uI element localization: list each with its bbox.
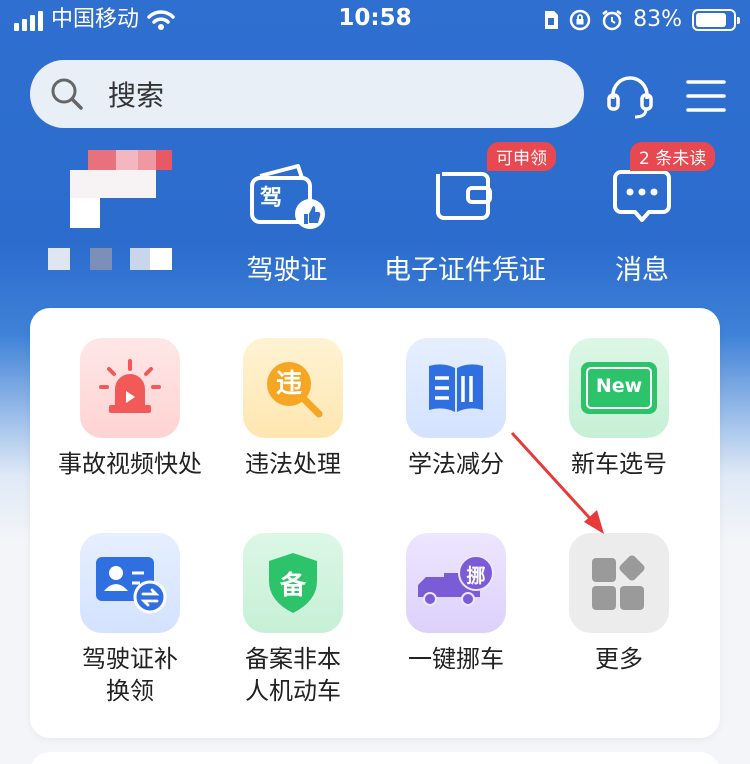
shield-icon-text: 备 [279,571,306,601]
new-plate-icon-text: New [595,375,643,397]
wallet-icon [436,172,492,220]
e-certificate-badge: 可申领 [487,142,556,171]
messages-badge: 2 条未读 [630,142,716,171]
alarm-light-icon [99,359,161,413]
top-item-e-certificate[interactable]: 可申领 电子证件凭证 [380,142,556,287]
alarm-icon [602,10,622,31]
service-label: 驾驶证补换领 [82,645,178,705]
driver-license-icon [250,164,325,229]
new-plate-icon: New [581,362,657,414]
search-bar[interactable]: 搜索 [30,60,584,128]
next-card [30,752,720,764]
service-new-plate[interactable]: New 新车选号 [544,338,694,480]
top-item-label: 消息 [615,255,669,286]
service-label: 违法处理 [245,450,341,478]
message-icon [613,170,671,222]
battery-icon [692,9,740,31]
service-label: 更多 [595,645,643,673]
service-label: 新车选号 [571,450,667,478]
rotation-lock-icon [569,9,591,31]
shield-icon: 备 [265,551,321,615]
service-violation[interactable]: 违 违法处理 [218,338,368,480]
service-label: 备案非本人机动车 [245,645,341,705]
more-apps-icon [592,555,645,610]
services-card: 事故视频快处 违 违法处理 学法减分 New 新车选号 驾驶证补换领 备 备案非… [30,308,720,738]
battery-percent: 83% [633,7,682,32]
menu-icon [686,80,726,112]
top-item-label: 驾驶证 [246,255,328,286]
service-more[interactable]: 更多 [544,533,694,675]
service-label: 事故视频快处 [58,450,202,478]
driver-license-icon-text: 驾 [260,186,283,211]
search-placeholder: 搜索 [108,79,165,112]
top-item-label: 电子证件凭证 [384,255,546,286]
violation-icon-text: 违 [275,369,302,399]
truck-icon: 挪 [414,553,498,613]
book-icon [429,364,483,412]
customer-service-button[interactable] [604,70,656,122]
service-accident-video[interactable]: 事故视频快处 [55,338,205,480]
top-item-driver-license[interactable]: 驾 驾驶证 [237,150,337,287]
service-vehicle-record[interactable]: 备 备案非本人机动车 [218,533,368,707]
service-label: 一键挪车 [408,645,504,673]
service-study-law[interactable]: 学法减分 [381,338,531,480]
avatar[interactable] [44,148,194,276]
service-move-car[interactable]: 挪 一键挪车 [381,533,531,675]
status-bar: 中国移动 10:58 83% [0,0,750,40]
service-license-replace[interactable]: 驾驶证补换领 [55,533,205,707]
service-label: 学法减分 [408,450,504,478]
violation-icon: 违 [261,356,325,420]
menu-button[interactable] [680,70,732,122]
truck-icon-text: 挪 [466,565,486,587]
sim-icon [545,11,559,29]
search-icon [51,78,83,110]
license-swap-icon [96,557,167,614]
headset-icon [607,76,653,119]
top-item-messages[interactable]: 2 条未读 消息 [592,142,716,287]
